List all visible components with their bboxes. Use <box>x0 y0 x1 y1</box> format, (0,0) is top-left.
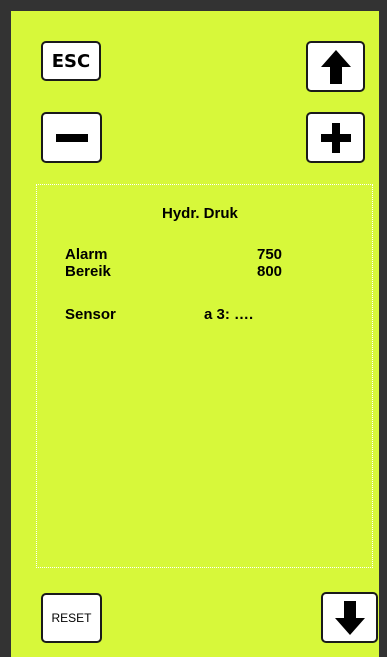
esc-button-label: ESC <box>51 50 91 72</box>
sensor-label: Sensor <box>65 306 116 323</box>
alarm-label: Alarm <box>65 246 108 263</box>
esc-button[interactable]: ESC <box>41 41 101 81</box>
panel-title: Hydr. Druk <box>162 205 238 222</box>
plus-icon <box>320 122 351 153</box>
alarm-value: 750 <box>257 246 283 263</box>
arrow-down-icon <box>333 599 367 637</box>
minus-icon <box>55 133 89 143</box>
arrow-up-icon <box>319 48 353 86</box>
up-button[interactable] <box>306 41 365 92</box>
down-button[interactable] <box>321 592 378 643</box>
minus-button[interactable] <box>41 112 102 163</box>
reset-button[interactable]: RESET <box>41 593 102 643</box>
info-panel: Hydr. Druk Alarm 750 Bereik 800 Sensor a… <box>36 184 373 568</box>
display-screen: ESC Hydr. Druk Alarm 750 Bereik 800 Sens <box>0 0 387 657</box>
sensor-value: a 3: …. <box>204 306 254 323</box>
plus-button[interactable] <box>306 112 365 163</box>
range-value: 800 <box>257 263 283 280</box>
reset-button-label: RESET <box>51 611 92 625</box>
range-label: Bereik <box>65 263 111 280</box>
